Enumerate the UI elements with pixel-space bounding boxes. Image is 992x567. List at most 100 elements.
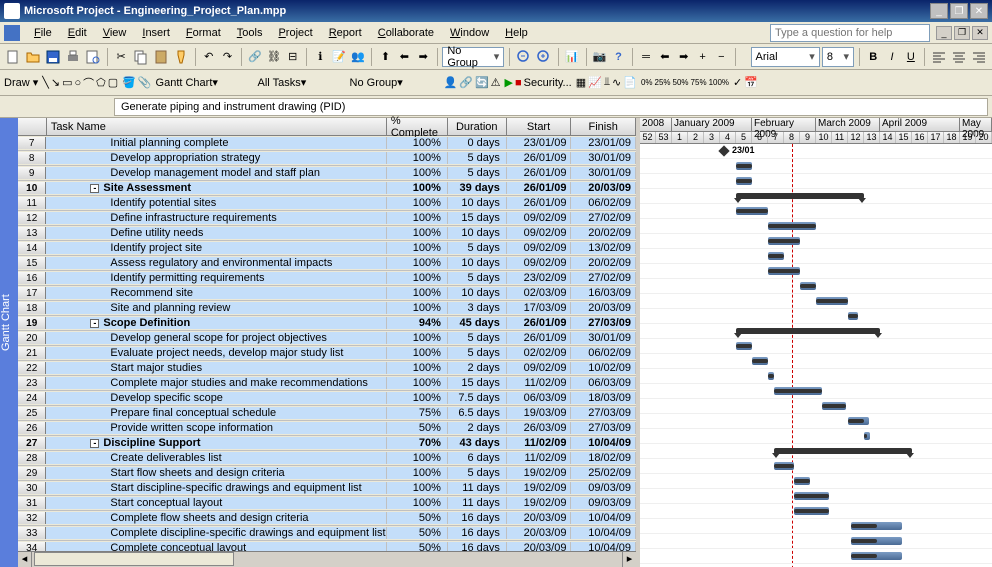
cell-start[interactable]: 26/03/09 [507,422,572,434]
cell-start[interactable]: 02/03/09 [507,287,572,299]
minimize-button[interactable]: _ [930,3,948,19]
cell-start[interactable]: 26/01/09 [507,197,572,209]
textbox-icon[interactable]: ▢ [108,76,118,89]
align-right-icon[interactable] [970,46,988,68]
cell-pct[interactable]: 100% [387,347,448,359]
cell-finish[interactable]: 18/02/09 [571,452,636,464]
tracking-icon[interactable]: 📈 [588,76,602,89]
cell-finish[interactable]: 06/03/09 [571,377,636,389]
paste-icon[interactable] [152,46,170,68]
cell-duration[interactable]: 5 days [448,467,507,479]
gantt-row[interactable] [640,369,992,384]
cell-duration[interactable]: 39 days [448,182,507,194]
menu-view[interactable]: View [95,25,135,41]
row-number[interactable]: 26 [18,422,46,434]
row-number[interactable]: 23 [18,377,46,389]
task-row[interactable]: 22Start major studies100%2 days09/02/091… [18,361,636,376]
cell-taskname[interactable]: -Site Assessment [46,182,387,194]
row-number[interactable]: 9 [18,167,46,179]
cell-pct[interactable]: 70% [387,437,448,449]
help-icon[interactable]: ? [610,46,627,68]
show-hide-icon[interactable]: ═ [638,46,655,68]
redo-icon[interactable]: ↷ [219,46,236,68]
cell-pct[interactable]: 100% [387,332,448,344]
row-number[interactable]: 7 [18,137,46,149]
row-number[interactable]: 32 [18,512,46,524]
cell-duration[interactable]: 43 days [448,437,507,449]
cell-duration[interactable]: 5 days [448,167,507,179]
gantt-row[interactable] [640,309,992,324]
task-row[interactable]: 28Create deliverables list100%6 days11/0… [18,451,636,466]
cell-taskname[interactable]: Complete flow sheets and design criteria [46,512,387,524]
menu-format[interactable]: Format [178,25,229,41]
menu-tools[interactable]: Tools [229,25,271,41]
cell-pct[interactable]: 50% [387,527,448,539]
cell-taskname[interactable]: Define infrastructure requirements [46,212,387,224]
pert-icon[interactable]: ▦ [576,76,586,89]
cell-finish[interactable]: 25/02/09 [571,467,636,479]
cell-start[interactable]: 19/02/09 [507,482,572,494]
cell-pct[interactable]: 94% [387,317,448,329]
cell-duration[interactable]: 6 days [448,452,507,464]
milestone-icon[interactable] [718,145,729,156]
notes-icon[interactable]: 📝 [331,46,348,68]
cell-taskname[interactable]: Develop general scope for project object… [46,332,387,344]
menu-window[interactable]: Window [442,25,497,41]
cell-finish[interactable]: 30/01/09 [571,152,636,164]
cell-pct[interactable]: 100% [387,227,448,239]
copy-picture-icon[interactable]: 📷 [591,46,608,68]
task-row[interactable]: 31Start conceptual layout100%11 days19/0… [18,496,636,511]
security-button[interactable]: Security... [524,77,572,89]
info-icon[interactable]: ℹ [312,46,329,68]
draw-menu[interactable]: Draw ▾ [4,76,38,89]
cell-finish[interactable]: 27/03/09 [571,407,636,419]
update-icon[interactable]: 🔄 [475,76,489,89]
cell-duration[interactable]: 2 days [448,362,507,374]
grid-hscroll[interactable]: ◂ ▸ [18,551,636,567]
cell-finish[interactable]: 27/03/09 [571,317,636,329]
gantt-row[interactable] [640,264,992,279]
cell-start[interactable]: 11/02/09 [507,452,572,464]
gantt-row[interactable] [640,384,992,399]
header-indicator[interactable] [18,118,47,135]
cell-pct[interactable]: 100% [387,497,448,509]
task-row[interactable]: 7Initial planning complete100%0 days23/0… [18,136,636,151]
cell-start[interactable]: 23/02/09 [507,272,572,284]
cell-finish[interactable]: 10/04/09 [571,527,636,539]
cell-duration[interactable]: 2 days [448,422,507,434]
task-row[interactable]: 30Start discipline-specific drawings and… [18,481,636,496]
baseline-icon[interactable]: ⫫ [604,76,610,89]
summary-bar[interactable] [736,328,880,334]
row-number[interactable]: 8 [18,152,46,164]
cell-duration[interactable]: 15 days [448,212,507,224]
cell-pct[interactable]: 100% [387,482,448,494]
cell-finish[interactable]: 27/03/09 [571,422,636,434]
font-combo[interactable]: Arial▾ [751,47,820,67]
group-combo[interactable]: No Group▾ [442,47,504,67]
cell-taskname[interactable]: Complete major studies and make recommen… [46,377,387,389]
indent-task-icon[interactable]: ➡ [675,46,692,68]
task-row[interactable]: 32Complete flow sheets and design criter… [18,511,636,526]
underline-icon[interactable]: U [902,46,919,68]
mdi-restore-button[interactable]: ❐ [954,26,970,40]
task-row[interactable]: 15Assess regulatory and environmental im… [18,256,636,271]
cell-duration[interactable]: 16 days [448,512,507,524]
outdent-icon[interactable]: ⬅ [396,46,413,68]
cell-duration[interactable]: 5 days [448,347,507,359]
unlink-icon[interactable]: ⛓ [266,46,283,68]
cell-duration[interactable]: 3 days [448,302,507,314]
header-start[interactable]: Start [507,118,572,135]
cell-finish[interactable]: 09/03/09 [571,482,636,494]
task-row[interactable]: 10-Site Assessment100%39 days26/01/0920/… [18,181,636,196]
cell-taskname[interactable]: -Scope Definition [46,317,387,329]
group2-combo[interactable]: No Group▾ [350,76,440,89]
cell-pct[interactable]: 100% [387,392,448,404]
menu-collaborate[interactable]: Collaborate [370,25,442,41]
view-combo[interactable]: Gantt Chart▾ [156,76,256,89]
cell-pct[interactable]: 50% [387,512,448,524]
zoom-out-icon[interactable] [515,46,533,68]
cell-start[interactable]: 02/02/09 [507,347,572,359]
cell-pct[interactable]: 100% [387,452,448,464]
cell-duration[interactable]: 45 days [448,317,507,329]
cell-taskname[interactable]: Identify permitting requirements [46,272,387,284]
